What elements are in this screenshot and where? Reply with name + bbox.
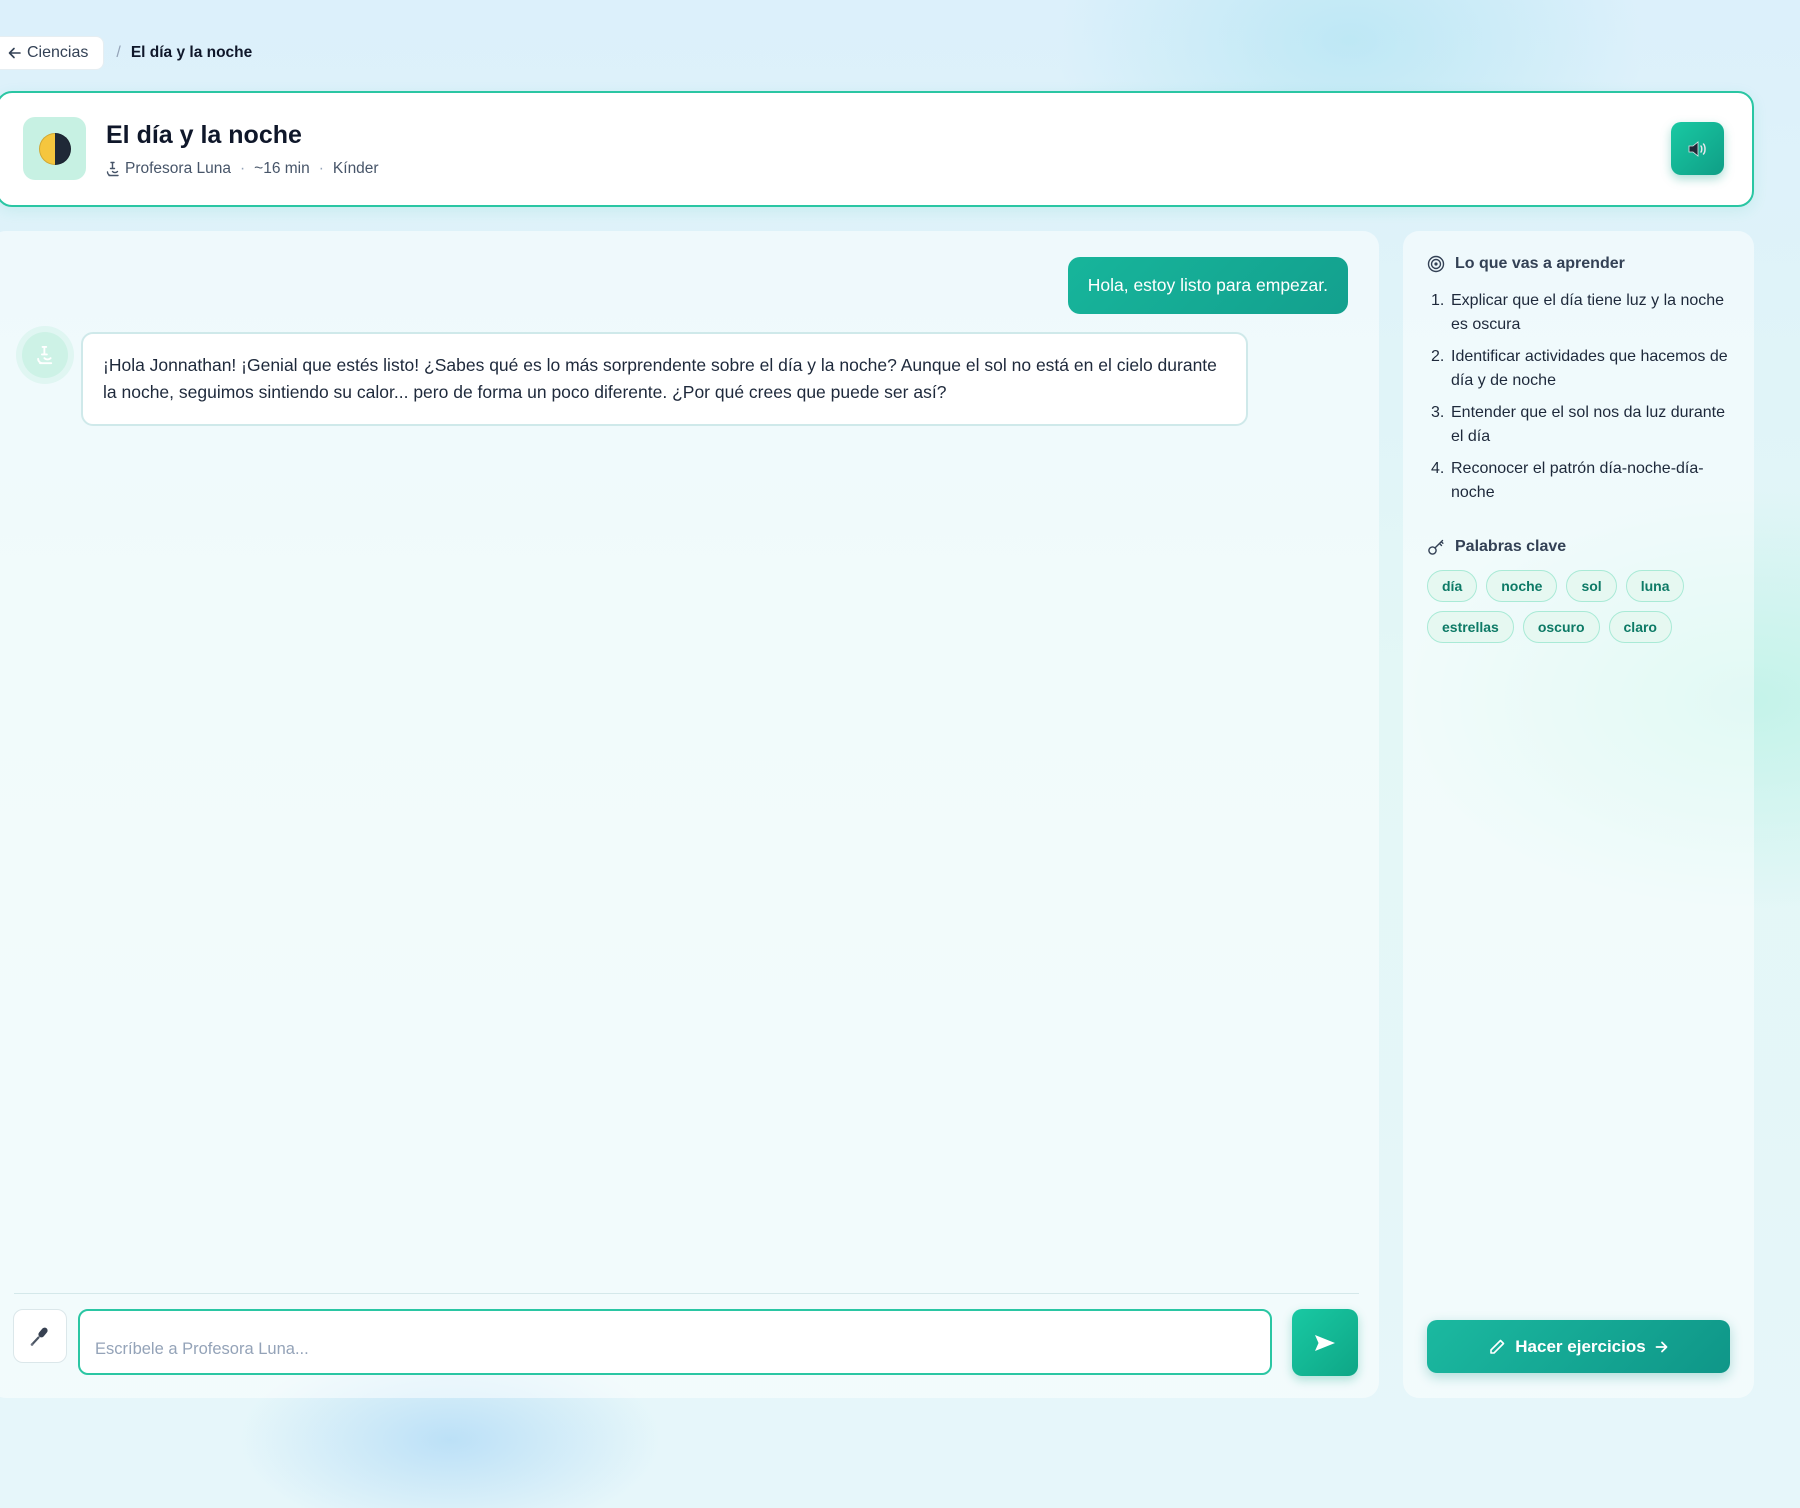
- goals-heading-label: Lo que vas a aprender: [1455, 255, 1625, 272]
- list-item: 3. Entender que el sol nos da luz durante…: [1431, 401, 1731, 449]
- goal-text: Identificar actividades que hacemos de d…: [1451, 348, 1728, 389]
- list-item: 4. Reconocer el patrón día-noche-día-noch…: [1431, 457, 1731, 505]
- keyword-chip[interactable]: claro: [1608, 611, 1672, 643]
- list-item: 1. Explicar que el día tiene luz y la noc…: [1431, 289, 1731, 337]
- teacher-name: Profesora Luna: [125, 160, 231, 177]
- keyword-chip[interactable]: noche: [1486, 570, 1558, 602]
- lesson-level: Kínder: [332, 160, 379, 177]
- microscope-icon: [37, 345, 53, 365]
- send-icon: [1315, 1334, 1335, 1351]
- meta-separator: ·: [318, 160, 324, 177]
- goal-number: 2.: [1431, 348, 1445, 365]
- target-icon: [1427, 255, 1445, 273]
- microscope-icon: [106, 161, 119, 177]
- exercise-button-label: Hacer ejercicios: [1515, 1336, 1646, 1356]
- back-to-ciencias-link[interactable]: Ciencias: [0, 36, 105, 70]
- goal-text: Entender que el sol nos da luz durante e…: [1451, 404, 1725, 445]
- breadcrumb: Ciencias / El día y la noche: [0, 36, 252, 70]
- microphone-icon: [30, 1327, 48, 1346]
- list-item: 2. Identificar actividades que hacemos de…: [1431, 345, 1731, 393]
- key-icon: [1428, 539, 1444, 555]
- goal-number: 4.: [1431, 460, 1445, 477]
- teacher-avatar: [22, 332, 68, 378]
- message-input[interactable]: [78, 1309, 1272, 1375]
- speaker-icon: [1688, 140, 1706, 157]
- lesson-meta: Profesora Luna · ~16 min · Kínder: [106, 160, 379, 178]
- goal-text: Explicar que el día tiene luz y la noche…: [1451, 292, 1725, 333]
- chat-panel: Hola, estoy listo para empezar. ¡Hola Jo…: [0, 231, 1379, 1398]
- lesson-header: El día y la noche Profesora Luna · ~16 m…: [0, 91, 1754, 207]
- lesson-duration: ~16 min: [254, 160, 310, 177]
- keyword-chip[interactable]: estrellas: [1427, 611, 1514, 643]
- start-exercises-button[interactable]: Hacer ejercicios: [1427, 1320, 1730, 1373]
- goals-heading: Lo que vas a aprender: [1427, 255, 1625, 273]
- keyword-chips: día noche sol luna estrellas oscuro clar…: [1427, 570, 1727, 643]
- assistant-message: ¡Hola Jonnathan! ¡Genial que estés listo…: [81, 332, 1248, 426]
- goal-text: Reconocer el patrón día-noche-día-noche: [1451, 460, 1704, 501]
- arrow-left-icon: [8, 47, 21, 59]
- user-message: Hola, estoy listo para empezar.: [1067, 257, 1348, 314]
- keyword-chip[interactable]: luna: [1625, 570, 1685, 602]
- back-link-label: Ciencias: [27, 44, 89, 61]
- goals-list: 1. Explicar que el día tiene luz y la noc…: [1431, 289, 1731, 513]
- keywords-heading: Palabras clave: [1427, 538, 1566, 556]
- keywords-heading-label: Palabras clave: [1455, 538, 1567, 555]
- lesson-icon: [23, 117, 86, 180]
- meta-separator: ·: [240, 160, 246, 177]
- audio-toggle-button[interactable]: [1671, 122, 1724, 175]
- breadcrumb-separator: /: [116, 44, 121, 61]
- half-moon-icon: [38, 132, 71, 165]
- goal-number: 1.: [1431, 292, 1445, 309]
- breadcrumb-current: El día y la noche: [130, 44, 253, 61]
- page-title: El día y la noche: [106, 121, 302, 149]
- keyword-chip[interactable]: día: [1427, 570, 1478, 602]
- keyword-chip[interactable]: oscuro: [1522, 611, 1600, 643]
- goal-number: 3.: [1431, 404, 1445, 421]
- pencil-icon: [1490, 1339, 1505, 1354]
- send-button[interactable]: [1292, 1309, 1358, 1376]
- microphone-button[interactable]: [13, 1309, 67, 1363]
- composer-divider: [14, 1293, 1359, 1294]
- lesson-sidebar: Lo que vas a aprender 1. Explicar que el …: [1403, 231, 1754, 1398]
- teacher-info: Profesora Luna: [106, 160, 231, 178]
- keyword-chip[interactable]: sol: [1566, 570, 1617, 602]
- arrow-right-icon: [1655, 1341, 1668, 1352]
